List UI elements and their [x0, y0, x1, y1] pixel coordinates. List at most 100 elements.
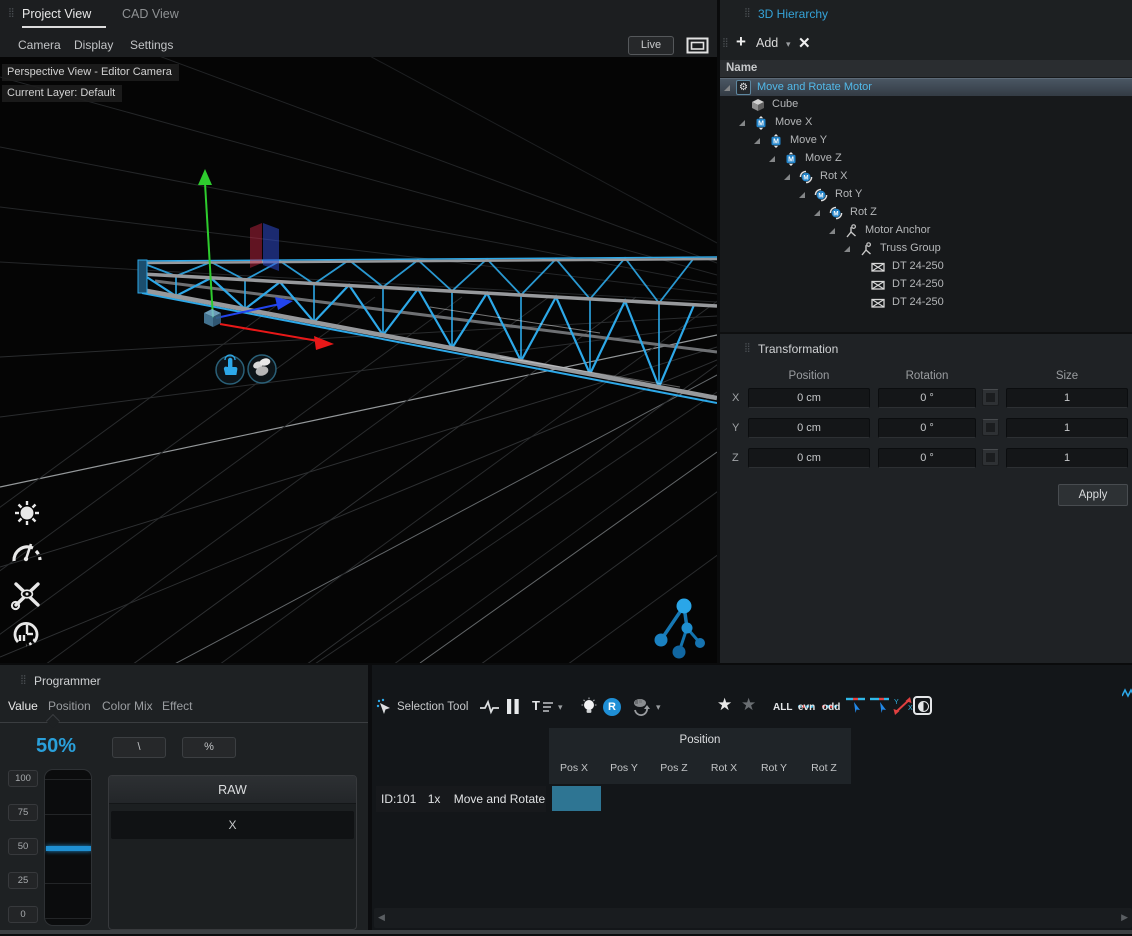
rotation-z-field[interactable]: 0 ° — [878, 448, 976, 468]
raw-header-button[interactable]: RAW — [109, 776, 356, 804]
expander-icon[interactable] — [724, 85, 730, 91]
pulse-icon[interactable] — [480, 699, 500, 715]
tools-visibility-icon[interactable] — [12, 584, 38, 609]
rotation-z-checkbox[interactable] — [982, 449, 999, 466]
tree-row-motor-anchor[interactable]: Motor Anchor — [720, 222, 1132, 240]
preset-50-button[interactable]: 50 — [8, 838, 38, 855]
viewport-canvas[interactable] — [0, 57, 717, 663]
tab-cad-view[interactable]: CAD View — [122, 7, 179, 21]
preset-100-button[interactable]: 100 — [8, 770, 38, 787]
clone-hand-icon[interactable] — [631, 697, 653, 716]
highlight-bulb-icon[interactable] — [580, 697, 598, 716]
fixture-row-header[interactable]: ID:101 1x Move and Rotate Mo — [376, 786, 546, 812]
expander-icon[interactable] — [814, 210, 820, 216]
timer-pause-icon[interactable] — [15, 623, 37, 645]
tree-row-move-x[interactable]: Move X — [720, 114, 1132, 132]
horizontal-scrollbar[interactable]: ◀ ▶ — [374, 908, 1132, 928]
favorite-star-dim-icon[interactable]: ★ — [741, 695, 756, 715]
tab-color-mix[interactable]: Color Mix — [102, 699, 153, 713]
gizmo-axis-y[interactable] — [205, 183, 213, 318]
column-pos-x[interactable]: Pos X — [549, 762, 599, 774]
rotation-y-checkbox[interactable] — [982, 419, 999, 436]
gizmo-arrow-y[interactable] — [198, 169, 212, 185]
pause-icon[interactable] — [506, 698, 520, 715]
rotation-y-field[interactable]: 0 ° — [878, 418, 976, 438]
drag-handle-icon[interactable]: ⣿ — [744, 8, 750, 17]
column-rot-z[interactable]: Rot Z — [799, 762, 849, 774]
drag-handle-icon[interactable]: ⣿ — [8, 8, 14, 17]
tree-row-truss-1[interactable]: DT 24-250 — [720, 258, 1132, 276]
drag-handle-icon[interactable]: ⣿ — [744, 343, 750, 352]
selected-pos-x-cell[interactable] — [552, 786, 601, 811]
tree-row-move-z[interactable]: Move Z — [720, 150, 1132, 168]
select-all-button[interactable]: ALL — [773, 702, 792, 713]
size-x-field[interactable]: 1 — [1006, 388, 1128, 408]
chevron-down-icon[interactable]: ▾ — [656, 702, 661, 713]
drag-handle-icon[interactable]: ⣿ — [20, 675, 26, 684]
menu-camera[interactable]: Camera — [18, 38, 61, 52]
scroll-left-icon[interactable]: ◀ — [378, 912, 385, 923]
tree-row-truss-group[interactable]: Truss Group — [720, 240, 1132, 258]
position-y-field[interactable]: 0 cm — [748, 418, 870, 438]
column-rot-y[interactable]: Rot Y — [749, 762, 799, 774]
tree-row-rot-x[interactable]: Rot X — [720, 168, 1132, 186]
gizmo-plane-blue[interactable] — [263, 223, 279, 271]
hierarchy-panel-title[interactable]: 3D Hierarchy — [758, 7, 828, 21]
expander-icon[interactable] — [829, 228, 835, 234]
favorite-star-icon[interactable]: ★ — [717, 695, 732, 715]
size-y-field[interactable]: 1 — [1006, 418, 1128, 438]
select-even-button[interactable]: evn — [798, 702, 815, 713]
gizmo-origin-cube[interactable] — [204, 309, 221, 327]
expander-icon[interactable] — [769, 156, 775, 162]
expander-icon[interactable] — [739, 120, 745, 126]
position-z-field[interactable]: 0 cm — [748, 448, 870, 468]
gizmo-plane-red[interactable] — [250, 223, 262, 268]
tab-value[interactable]: Value — [8, 699, 38, 713]
fader-handle[interactable] — [46, 846, 92, 851]
apply-button[interactable]: Apply — [1058, 484, 1128, 506]
add-icon[interactable]: + — [736, 32, 746, 52]
panel-wave-icon[interactable] — [1122, 687, 1132, 699]
selection-tool-icon[interactable] — [376, 698, 394, 716]
sun-brightness-icon[interactable] — [15, 501, 39, 525]
tree-row-cube[interactable]: Cube — [720, 96, 1132, 114]
invert-selection-icon[interactable] — [913, 696, 932, 715]
preset-25-button[interactable]: 25 — [8, 872, 38, 889]
expander-icon[interactable] — [844, 246, 850, 252]
scroll-right-icon[interactable]: ▶ — [1121, 912, 1128, 923]
viewport-3d[interactable]: Perspective View - Editor Camera Current… — [0, 57, 717, 663]
tab-project-view[interactable]: Project View — [22, 7, 91, 21]
expander-icon[interactable] — [784, 174, 790, 180]
record-button[interactable]: R — [603, 698, 621, 716]
chevron-down-icon[interactable]: ▾ — [558, 702, 563, 713]
selection-tool-label[interactable]: Selection Tool — [397, 701, 468, 713]
expander-icon[interactable] — [754, 138, 760, 144]
column-pos-y[interactable]: Pos Y — [599, 762, 649, 774]
grab-mode-button[interactable] — [248, 355, 276, 383]
next-fixture-icon[interactable] — [846, 696, 866, 716]
swap-xy-icon[interactable]: X Y — [893, 696, 913, 716]
tree-row-truss-3[interactable]: DT 24-250 — [720, 294, 1132, 312]
prev-fixture-icon[interactable] — [870, 696, 890, 716]
rotation-x-checkbox[interactable] — [982, 389, 999, 406]
menu-display[interactable]: Display — [74, 38, 113, 52]
touch-mode-button[interactable] — [216, 355, 244, 384]
gizmo-axis-x[interactable] — [220, 324, 318, 341]
tree-row-move-y[interactable]: Move Y — [720, 132, 1132, 150]
tab-effect[interactable]: Effect — [162, 699, 192, 713]
percent-button[interactable]: % — [182, 737, 236, 758]
tree-row-rot-y[interactable]: Rot Y — [720, 186, 1132, 204]
tree-row-truss-2[interactable]: DT 24-250 — [720, 276, 1132, 294]
value-fader[interactable] — [44, 769, 92, 926]
fullscreen-icon[interactable] — [686, 37, 709, 54]
node-graph-object[interactable] — [655, 599, 706, 659]
live-button[interactable]: Live — [628, 36, 674, 55]
tree-row-move-and-rotate-motor[interactable]: ⚙ Move and Rotate Motor — [720, 78, 1132, 96]
tree-row-rot-z[interactable]: Rot Z — [720, 204, 1132, 222]
tab-position[interactable]: Position — [48, 699, 91, 713]
speed-gauge-icon[interactable] — [14, 544, 40, 561]
drag-handle-icon[interactable]: ⣿ — [722, 38, 728, 47]
chevron-down-icon[interactable]: ▾ — [786, 39, 791, 50]
size-z-field[interactable]: 1 — [1006, 448, 1128, 468]
delete-button[interactable]: ✕ — [798, 34, 811, 52]
